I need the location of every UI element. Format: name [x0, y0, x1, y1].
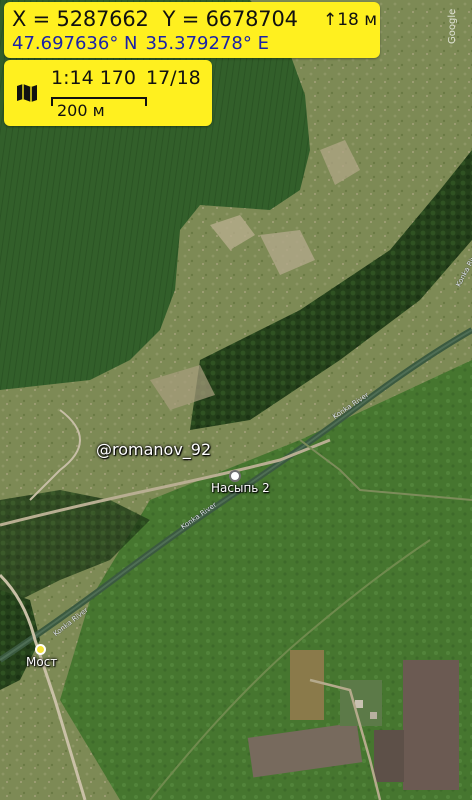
- plot-field-3: [290, 650, 324, 720]
- longitude: 35.379278° E: [145, 33, 269, 54]
- poi-marker-most[interactable]: [35, 644, 46, 655]
- geo-coordinates: 47.697636° N 35.379278° E: [12, 33, 269, 55]
- plot-field-2: [374, 730, 404, 782]
- poi-label-nasyp[interactable]: Насыпь 2: [211, 481, 270, 496]
- latitude: 47.697636° N: [12, 33, 138, 54]
- map-icon[interactable]: [16, 82, 38, 104]
- scale-panel[interactable]: 1:14 170 17/18 200 м: [4, 60, 212, 126]
- user-watermark-label: @romanov_92: [96, 440, 212, 459]
- x-coordinate: X = 5287662: [12, 7, 149, 31]
- poi-label-most[interactable]: Мост: [26, 655, 57, 670]
- y-coordinate: Y = 6678704: [162, 7, 298, 31]
- zoom-level: 17/18: [146, 67, 201, 89]
- coordinates-panel[interactable]: X = 5287662 Y = 6678704 ↑18 м 47.697636° …: [4, 2, 380, 58]
- house-2: [370, 712, 377, 719]
- altitude-readout: ↑18 м: [323, 10, 378, 30]
- plot-field-1: [403, 660, 459, 790]
- map-scale-ratio: 1:14 170: [51, 67, 136, 89]
- grid-coordinates: X = 5287662 Y = 6678704: [12, 6, 298, 32]
- house-1: [355, 700, 363, 708]
- scale-bar-label: 200 м: [57, 101, 105, 120]
- google-watermark: Google: [447, 8, 458, 44]
